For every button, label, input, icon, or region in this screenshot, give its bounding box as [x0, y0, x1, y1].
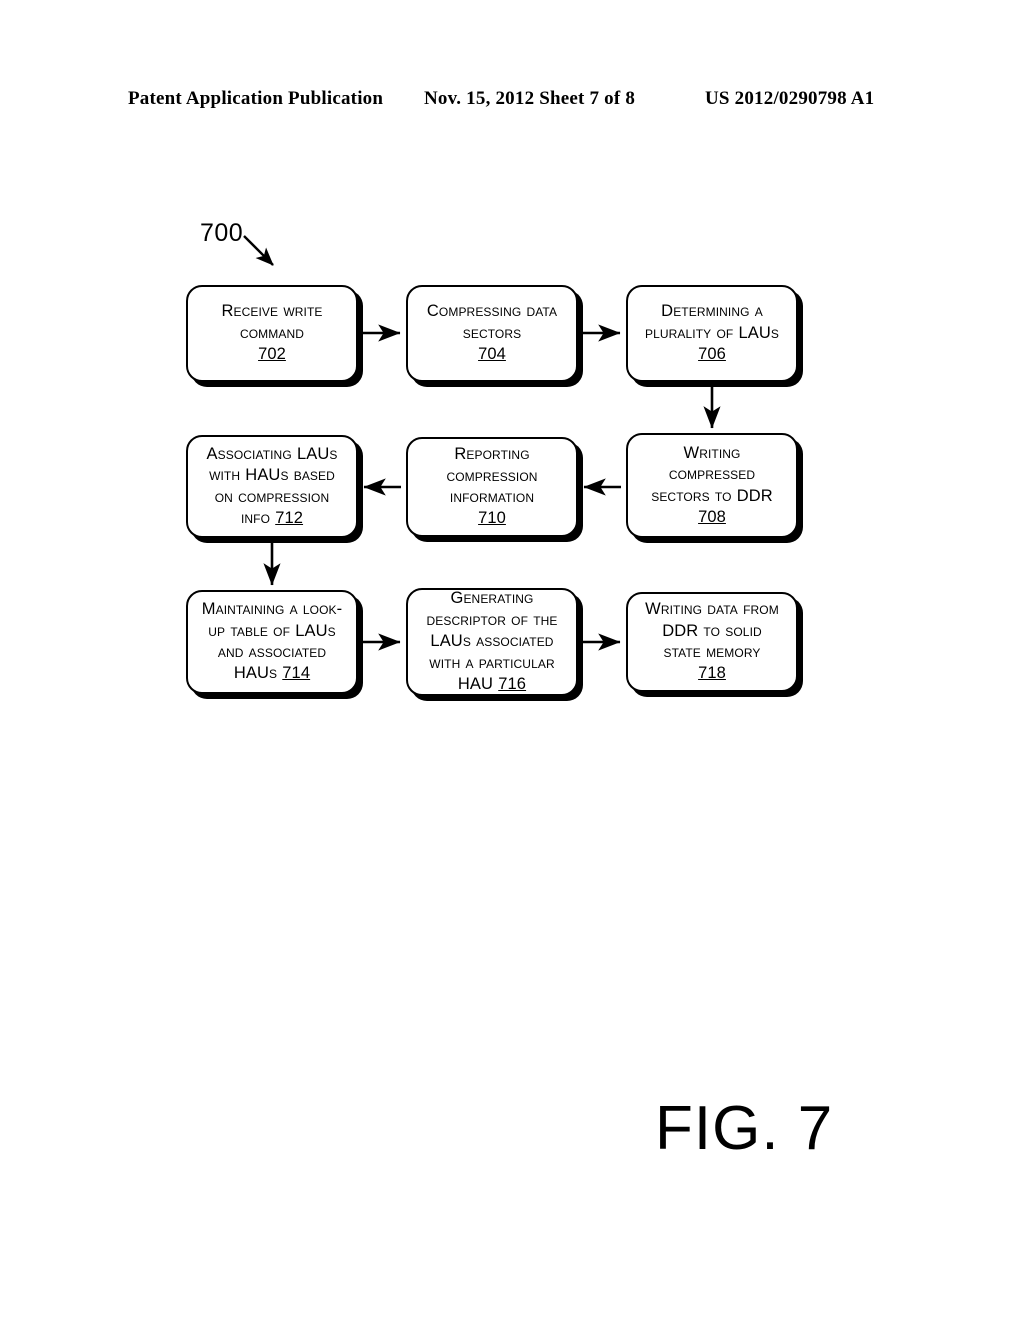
process-box-712-text: Associating LAUs with HAUs based on compre… — [207, 444, 338, 530]
process-box-text-line: up table of LAUs — [208, 621, 336, 640]
process-box-text-line: state memory — [663, 643, 761, 661]
process-box-text-line: 706 — [645, 344, 779, 365]
process-box-text-line: Compressing data — [426, 302, 558, 321]
process-box-text-line: with HAUs based — [209, 466, 335, 485]
process-box-text-line: Reporting — [454, 445, 530, 464]
process-box-text-line: 718 — [645, 663, 779, 684]
process-box-708[interactable]: Writing compressed sectors to DDR 708 — [626, 433, 798, 538]
process-box-text-line: Writing data from — [645, 600, 779, 619]
process-box-text-line: info 712 — [240, 508, 304, 527]
process-box-text-line: sectors to DDR — [651, 486, 773, 505]
process-box-reference-numeral: 702 — [258, 345, 286, 364]
process-box-text-line: with a particular — [429, 653, 555, 672]
process-box-text-line: 704 — [427, 344, 557, 365]
process-box-text-line: HAUs 714 — [233, 664, 311, 683]
process-box-text-line: Writing — [683, 443, 741, 462]
process-box-reference-numeral: 706 — [698, 345, 726, 364]
process-box-text-line: LAUs associated — [430, 632, 554, 651]
process-box-reference-numeral: 708 — [698, 507, 726, 526]
process-box-text-line: on compression — [214, 487, 330, 506]
process-box-text-line: 708 — [651, 507, 773, 528]
process-box-710[interactable]: Reporting compression information 710 — [406, 437, 578, 537]
process-box-710-text: Reporting compression information 710 — [446, 444, 537, 530]
process-box-text-line: command — [239, 323, 304, 342]
process-box-reference-numeral: 714 — [282, 664, 311, 683]
process-box-708-text: Writing compressed sectors to DDR 708 — [651, 443, 773, 529]
process-box-706-text: Determining a plurality of LAUs 706 — [645, 301, 779, 365]
figure-reference-number: 700 — [200, 219, 244, 247]
process-box-text-line: Generating — [450, 589, 534, 608]
process-box-716[interactable]: Generating descriptor of the LAUs associat… — [406, 588, 578, 696]
flowchart-figure: 700 Receive write command 702 Compressin… — [0, 0, 1024, 1320]
process-box-text-line: sectors — [462, 323, 522, 342]
process-box-text-line: HAU 716 — [457, 675, 527, 694]
process-box-714-text: Maintaining a look-up table of LAUs and a… — [202, 599, 342, 685]
process-box-reference-numeral: 704 — [478, 345, 506, 364]
process-box-text-line: and associated — [217, 643, 327, 661]
process-box-702-text: Receive write command 702 — [222, 301, 323, 365]
figure-reference-leader-arrow-icon — [243, 235, 274, 266]
process-box-text-line: information — [449, 488, 535, 506]
process-box-text-line: Maintaining a look- — [201, 600, 343, 619]
process-box-704[interactable]: Compressing data sectors 704 — [406, 285, 578, 382]
process-box-718[interactable]: Writing data from DDR to solid state memor… — [626, 592, 798, 692]
figure-caption: FIG. 7 — [655, 1094, 834, 1163]
process-box-reference-numeral: 716 — [498, 675, 527, 694]
process-box-reference-numeral: 712 — [275, 508, 304, 527]
process-box-text-line: 710 — [446, 508, 537, 529]
process-box-text-line: DDR to solid — [662, 621, 762, 640]
process-box-text-line: Determining a — [661, 302, 763, 321]
process-box-718-text: Writing data from DDR to solid state memor… — [645, 599, 779, 685]
process-box-text-line: Associating LAUs — [206, 444, 338, 463]
process-box-text-line: compressed — [668, 465, 756, 484]
process-box-704-text: Compressing data sectors 704 — [427, 301, 557, 365]
process-box-702[interactable]: Receive write command 702 — [186, 285, 358, 382]
process-box-reference-numeral: 718 — [698, 664, 726, 683]
process-box-text-line: plurality of LAUs — [645, 323, 779, 342]
process-box-text-line: 702 — [222, 344, 323, 365]
process-box-text-line: descriptor of the — [426, 610, 558, 629]
process-box-712[interactable]: Associating LAUs with HAUs based on compre… — [186, 435, 358, 538]
process-box-text-line: Receive write — [221, 302, 323, 321]
process-box-714[interactable]: Maintaining a look-up table of LAUs and a… — [186, 590, 358, 694]
process-box-706[interactable]: Determining a plurality of LAUs 706 — [626, 285, 798, 382]
process-box-716-text: Generating descriptor of the LAUs associat… — [427, 588, 558, 695]
process-box-reference-numeral: 710 — [478, 509, 506, 528]
process-box-text-line: compression — [446, 466, 538, 485]
